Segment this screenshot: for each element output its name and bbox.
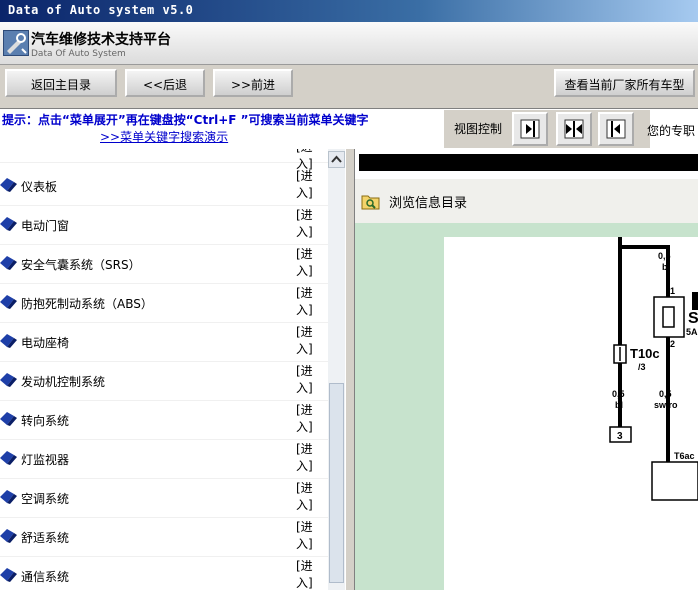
component-label: T6ac bbox=[674, 451, 695, 461]
menu-list: [进入] 仪表板 [进入] 电动门窗 [进入] 安全气囊系统（SRS） [进入]… bbox=[0, 149, 328, 590]
book-icon bbox=[0, 295, 17, 309]
view-split-button[interactable] bbox=[556, 112, 592, 146]
menu-item-label: 防抱死制动系统（ABS） bbox=[21, 297, 153, 311]
fuse-symbol bbox=[653, 296, 685, 338]
back-to-main-button[interactable]: 返回主目录 bbox=[5, 69, 117, 97]
enter-link[interactable]: [进入] bbox=[296, 441, 316, 475]
enter-link[interactable]: [进入] bbox=[296, 246, 316, 280]
forward-button[interactable]: >>前进 bbox=[213, 69, 293, 97]
enter-link[interactable]: [进入] bbox=[296, 324, 316, 358]
enter-link[interactable]: [进入] bbox=[296, 168, 316, 202]
menu-item-label: 电动座椅 bbox=[21, 336, 70, 350]
menu-item-label: 电动门窗 bbox=[21, 219, 70, 233]
chevron-up-icon bbox=[331, 155, 342, 163]
book-icon bbox=[0, 451, 17, 465]
list-item[interactable]: 通信系统 [进入] bbox=[0, 556, 328, 590]
connector-label: T10c bbox=[630, 346, 660, 361]
pin-label: 2 bbox=[670, 339, 675, 349]
list-item[interactable]: [进入] bbox=[0, 149, 328, 171]
wire-label: 0,5 bbox=[612, 389, 625, 399]
book-icon bbox=[0, 568, 17, 582]
book-icon bbox=[0, 529, 17, 543]
menu-item-label: 发动机控制系统 bbox=[21, 375, 106, 389]
fuse-label: S bbox=[688, 310, 698, 327]
window-title: Data of Auto system v5.0 bbox=[8, 3, 194, 17]
enter-link[interactable]: [进入] bbox=[296, 480, 316, 514]
wire-label: 0,5 bbox=[659, 389, 672, 399]
wire-label: 0,5 bbox=[658, 251, 671, 261]
menu-item-label: 转向系统 bbox=[21, 414, 70, 428]
window-titlebar: Data of Auto system v5.0 bbox=[0, 0, 698, 22]
specialist-text: 您的专职 bbox=[647, 124, 696, 138]
pin-label: 1 bbox=[670, 286, 675, 296]
view-expand-left-button[interactable] bbox=[598, 112, 634, 146]
enter-link[interactable]: [进入] bbox=[296, 558, 316, 590]
list-item[interactable]: 电动门窗 [进入] bbox=[0, 205, 328, 245]
list-item[interactable]: 仪表板 [进入] bbox=[0, 166, 328, 206]
menu-item-label: 灯监视器 bbox=[21, 453, 70, 467]
wire-color-label: bl bbox=[615, 400, 623, 410]
view-control: 视图控制 bbox=[444, 110, 650, 148]
back-button[interactable]: <<后退 bbox=[125, 69, 205, 97]
search-hint-text: 提示：点击“菜单展开”再在键盘按“Ctrl+F ”可搜索当前菜单关键字 bbox=[2, 113, 369, 127]
list-item[interactable]: 舒适系统 [进入] bbox=[0, 517, 328, 557]
connector-pin-label: /3 bbox=[638, 362, 646, 372]
scroll-up-button[interactable] bbox=[328, 151, 345, 168]
enter-link[interactable]: [进入] bbox=[296, 285, 316, 319]
list-item[interactable]: 灯监视器 [进入] bbox=[0, 439, 328, 479]
book-icon bbox=[0, 490, 17, 504]
ground-number: 3 bbox=[617, 431, 623, 442]
wire-color-label: bl bbox=[662, 262, 670, 272]
all-models-button[interactable]: 查看当前厂家所有车型 bbox=[554, 69, 695, 97]
book-icon bbox=[0, 412, 17, 426]
app-logo-icon bbox=[3, 30, 29, 56]
browse-title: 浏览信息目录 bbox=[389, 196, 468, 211]
enter-link[interactable]: [进入] bbox=[296, 402, 316, 436]
list-item[interactable]: 安全气囊系统（SRS） [进入] bbox=[0, 244, 328, 284]
view-control-label: 视图控制 bbox=[454, 122, 503, 136]
content-pane: 浏览信息目录 0,5 bl 1 S 5A 2 T10c /3 0,5 bl 0,… bbox=[355, 149, 698, 590]
list-item[interactable]: 空调系统 [进入] bbox=[0, 478, 328, 518]
book-icon bbox=[0, 373, 17, 387]
menu-item-label: 空调系统 bbox=[21, 492, 70, 506]
folder-search-icon bbox=[361, 195, 380, 210]
wiring-diagram-svg: 0,5 bl 1 S 5A 2 T10c /3 0,5 bl 0,5 sw/ro… bbox=[609, 237, 698, 501]
fuse-rating: 5A bbox=[686, 327, 698, 337]
list-item[interactable]: 发动机控制系统 [进入] bbox=[0, 361, 328, 401]
menu-item-label: 通信系统 bbox=[21, 570, 70, 584]
menu-item-label: 舒适系统 bbox=[21, 531, 70, 545]
enter-link[interactable]: [进入] bbox=[296, 519, 316, 553]
menu-scrollbar[interactable] bbox=[328, 149, 345, 590]
search-demo-link[interactable]: >>菜单关键字搜索演示 bbox=[100, 128, 228, 145]
app-header: 汽车维修技术支持平台 Data Of Auto System bbox=[0, 22, 698, 65]
book-icon bbox=[0, 256, 17, 270]
app-subtitle: Data Of Auto System bbox=[31, 49, 126, 59]
browse-header: 浏览信息目录 bbox=[355, 179, 698, 223]
wiring-diagram: 0,5 bl 1 S 5A 2 T10c /3 0,5 bl 0,5 sw/ro… bbox=[444, 237, 698, 590]
book-icon bbox=[0, 334, 17, 348]
view-expand-right-button[interactable] bbox=[512, 112, 548, 146]
app-title: 汽车维修技术支持平台 bbox=[31, 32, 171, 48]
menu-item-label: 仪表板 bbox=[21, 180, 58, 194]
enter-link[interactable]: [进入] bbox=[296, 207, 316, 241]
list-item[interactable]: 转向系统 [进入] bbox=[0, 400, 328, 440]
toolbar: 返回主目录 <<后退 >>前进 查看当前厂家所有车型 bbox=[0, 65, 698, 107]
book-icon bbox=[0, 178, 17, 192]
menu-item-label: 安全气囊系统（SRS） bbox=[21, 258, 141, 272]
book-icon bbox=[0, 217, 17, 231]
component-box bbox=[651, 461, 698, 501]
wire-color-label: sw/ro bbox=[654, 400, 678, 410]
list-item[interactable]: 电动座椅 [进入] bbox=[0, 322, 328, 362]
list-item[interactable]: 防抱死制动系统（ABS） [进入] bbox=[0, 283, 328, 323]
enter-link[interactable]: [进入] bbox=[296, 363, 316, 397]
content-header-bar bbox=[359, 154, 698, 171]
scroll-thumb[interactable] bbox=[329, 383, 344, 583]
pane-splitter[interactable] bbox=[345, 149, 355, 590]
